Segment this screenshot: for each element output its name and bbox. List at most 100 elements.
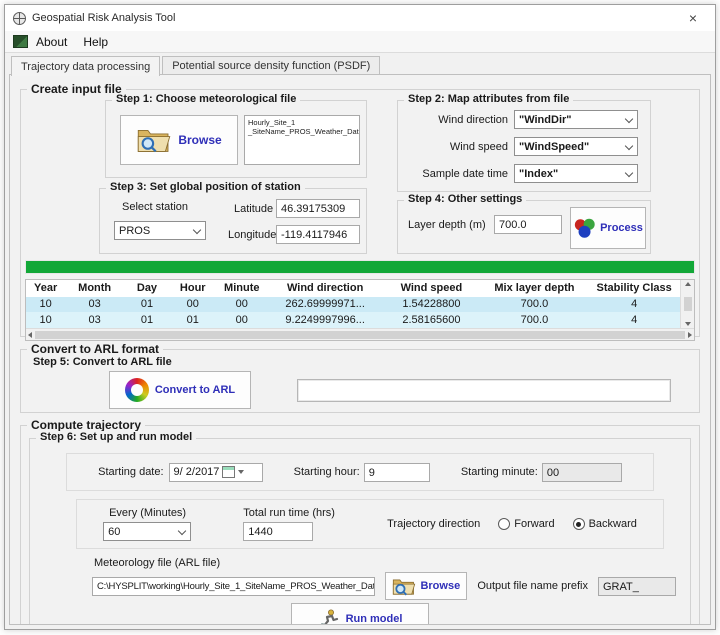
app-icon	[13, 12, 26, 25]
color-ring-icon	[125, 378, 149, 402]
chevron-down-icon	[625, 115, 633, 123]
wind-speed-select[interactable]: "WindSpeed"	[514, 137, 638, 156]
col-year[interactable]: Year	[26, 282, 65, 294]
scroll-right-icon[interactable]	[688, 332, 692, 338]
step2-group: Step 2: Map attributes from file Wind di…	[397, 100, 651, 192]
total-run-time-field[interactable]: 1440	[243, 522, 313, 541]
app-window: Geospatial Risk Analysis Tool × About He…	[4, 4, 716, 630]
step1-group: Step 1: Choose meteorological file Brows…	[105, 100, 367, 178]
scroll-up-icon[interactable]	[685, 282, 691, 286]
col-wind-speed[interactable]: Wind speed	[382, 282, 480, 294]
layer-depth-field[interactable]: 700.0	[494, 215, 562, 234]
tab-strip: Trajectory data processing Potential sou…	[5, 53, 715, 75]
folder-search-icon	[392, 577, 416, 596]
browse-arl-button[interactable]: Browse	[385, 572, 467, 600]
close-button[interactable]: ×	[679, 10, 707, 26]
latitude-field[interactable]: 46.39175309	[276, 199, 360, 218]
cell: 00	[216, 298, 268, 310]
scroll-left-icon[interactable]	[28, 332, 32, 338]
backward-radio[interactable]: Backward	[573, 518, 637, 530]
met-arl-file-field[interactable]: C:\HYSPLIT\working\Hourly_Site_1_SiteNam…	[92, 577, 375, 596]
scroll-thumb[interactable]	[35, 331, 685, 339]
run-model-label: Run model	[346, 613, 403, 625]
tab-psdf[interactable]: Potential source density function (PSDF)	[162, 56, 380, 75]
chevron-down-icon	[625, 142, 633, 150]
chevron-down-icon	[238, 470, 244, 474]
cell: 01	[124, 314, 170, 326]
every-minutes-label: Every (Minutes)	[103, 507, 191, 519]
col-month[interactable]: Month	[65, 282, 124, 294]
table-row[interactable]: 10 03 01 00 00 262.69999971... 1.5422880…	[26, 297, 680, 313]
table-row[interactable]: 10 03 01 01 00 9.2249997996... 2.5816560…	[26, 312, 680, 328]
step6-title: Step 6: Set up and run model	[36, 431, 196, 443]
run-model-button[interactable]: Run model	[291, 603, 429, 625]
menu-help[interactable]: Help	[81, 33, 118, 51]
cell: 700.0	[480, 298, 588, 310]
col-minute[interactable]: Minute	[216, 282, 268, 294]
run-settings-row: Every (Minutes) 60 Total run time (hrs) …	[76, 499, 664, 549]
create-input-file-group: Create input file Step 1: Choose meteoro…	[20, 89, 700, 337]
scroll-down-icon[interactable]	[685, 322, 691, 326]
starting-hour-label: Starting hour:	[294, 466, 360, 478]
col-day[interactable]: Day	[124, 282, 170, 294]
table-horizontal-scrollbar[interactable]	[26, 328, 694, 340]
cell: 10	[26, 298, 65, 310]
browse-met-file-button[interactable]: Browse	[120, 115, 238, 165]
starting-minute-field[interactable]: 00	[542, 463, 622, 482]
col-hour[interactable]: Hour	[170, 282, 216, 294]
starting-date-picker[interactable]: 9/ 2/2017	[169, 463, 263, 482]
about-icon	[13, 35, 28, 48]
longitude-label: Longitude	[228, 229, 276, 241]
col-wind-direction[interactable]: Wind direction	[268, 282, 382, 294]
step6-group: Step 6: Set up and run model Starting da…	[29, 438, 691, 625]
forward-radio[interactable]: Forward	[498, 518, 554, 530]
longitude-field[interactable]: -119.4117946	[276, 225, 360, 244]
wind-direction-select[interactable]: "WindDir"	[514, 110, 638, 129]
sample-date-time-value: "Index"	[519, 168, 558, 180]
col-stability-class[interactable]: Stability Class	[588, 282, 680, 294]
met-file-name-box[interactable]: Hourly_Site_1 _SiteName_PROS_Weather_Dat…	[244, 115, 360, 165]
compute-group-title: Compute trajectory	[27, 418, 145, 432]
col-mix-layer-depth[interactable]: Mix layer depth	[480, 282, 588, 294]
process-button[interactable]: Process	[570, 207, 646, 249]
met-file-name-line2: _SiteName_PROS_Weather_Data.csv	[248, 127, 356, 136]
table-vertical-scrollbar[interactable]	[680, 280, 694, 328]
step1-title: Step 1: Choose meteorological file	[112, 93, 300, 105]
forward-label: Forward	[514, 518, 554, 530]
folder-search-icon	[136, 126, 172, 154]
chevron-down-icon	[625, 169, 633, 177]
cell: 1.54228800	[382, 298, 480, 310]
menu-about[interactable]: About	[34, 33, 77, 51]
output-prefix-field[interactable]: GRAT_	[598, 577, 676, 596]
window-title: Geospatial Risk Analysis Tool	[32, 12, 175, 24]
cell: 01	[170, 314, 216, 326]
backward-label: Backward	[589, 518, 637, 530]
convert-to-arl-button[interactable]: Convert to ARL	[109, 371, 251, 409]
every-minutes-value: 60	[108, 526, 120, 538]
step3-group: Step 3: Set global position of station S…	[99, 188, 367, 254]
chevron-down-icon	[178, 527, 186, 535]
step3-title: Step 3: Set global position of station	[106, 181, 305, 193]
step4-title: Step 4: Other settings	[404, 193, 526, 205]
radio-checked-icon	[573, 518, 585, 530]
scroll-thumb[interactable]	[684, 297, 692, 311]
convert-group-title: Convert to ARL format	[27, 342, 163, 356]
trajectory-direction-label: Trajectory direction	[387, 518, 480, 530]
step4-group: Step 4: Other settings Layer depth (m) 7…	[397, 200, 651, 254]
starting-hour-field[interactable]: 9	[364, 463, 430, 482]
cell: 9.2249997996...	[268, 314, 382, 326]
latitude-label: Latitude	[234, 203, 273, 215]
sample-date-time-select[interactable]: "Index"	[514, 164, 638, 183]
tab-panel: Create input file Step 1: Choose meteoro…	[9, 74, 711, 625]
radio-icon	[498, 518, 510, 530]
cell: 4	[588, 314, 680, 326]
cell: 10	[26, 314, 65, 326]
cell: 03	[65, 298, 124, 310]
cell: 00	[170, 298, 216, 310]
cell: 700.0	[480, 314, 588, 326]
station-select[interactable]: PROS	[114, 221, 206, 240]
every-minutes-select[interactable]: 60	[103, 522, 191, 541]
start-time-row: Starting date: 9/ 2/2017 Starting hour: …	[66, 453, 654, 491]
title-bar: Geospatial Risk Analysis Tool ×	[5, 5, 715, 31]
tab-trajectory-data-processing[interactable]: Trajectory data processing	[11, 56, 160, 76]
